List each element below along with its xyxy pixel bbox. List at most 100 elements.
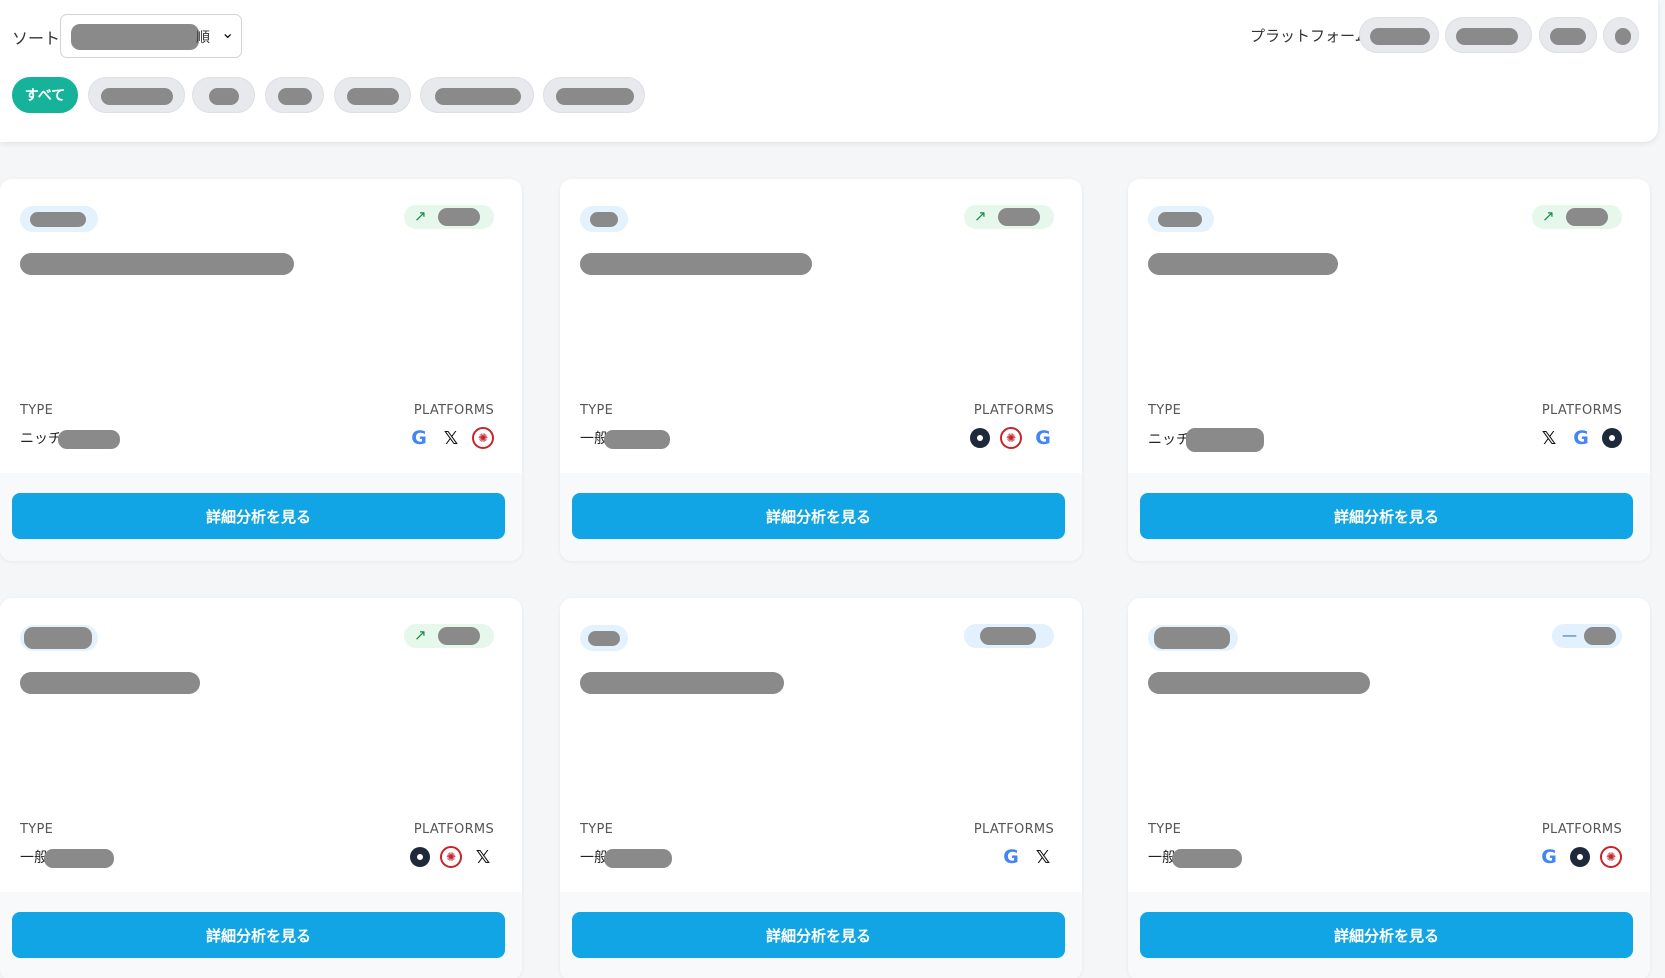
card-footer: 詳細分析を見る (0, 892, 522, 978)
google-icon: G (1035, 427, 1051, 449)
platforms-label: PLATFORMS (413, 403, 494, 418)
category-badge (20, 625, 98, 651)
type-label: TYPE (580, 822, 614, 837)
category-badge (1148, 625, 1238, 651)
trend-badge (964, 624, 1054, 648)
card-description (38, 714, 468, 794)
google-icon: G (411, 427, 427, 449)
google-icon: G (1573, 427, 1589, 449)
card-title-redacted (20, 253, 294, 275)
category-chip[interactable] (334, 77, 411, 113)
trend-card: ↗ TYPE ニッチ PLATFORMS 𝕏 G 詳細分析を見る (1128, 179, 1650, 561)
card-description (1166, 714, 1596, 794)
sort-value-redacted (71, 24, 199, 50)
platform-icons: G 𝕏 ✺ (408, 427, 494, 449)
view-detail-button[interactable]: 詳細分析を見る (12, 912, 505, 958)
type-value: 一般 (580, 428, 670, 449)
dark-dot-icon (1602, 428, 1622, 448)
platform-chip-2[interactable] (1445, 17, 1532, 53)
dark-dot-icon (970, 428, 990, 448)
type-value: 一般 (580, 847, 672, 868)
type-label: TYPE (20, 822, 54, 837)
category-chip-all[interactable]: すべて (12, 77, 78, 113)
platforms-label: PLATFORMS (1541, 822, 1622, 837)
category-badge (580, 206, 628, 232)
platform-icons: ✺ G (970, 427, 1054, 449)
trend-up-icon: ↗ (974, 207, 987, 225)
x-icon: 𝕏 (443, 427, 459, 449)
view-detail-button[interactable]: 詳細分析を見る (12, 493, 505, 539)
card-description (1166, 295, 1596, 375)
view-detail-button[interactable]: 詳細分析を見る (1140, 493, 1633, 539)
card-title-redacted (20, 672, 200, 694)
sort-label: ソート: (12, 29, 66, 48)
category-chip[interactable] (192, 77, 255, 113)
view-detail-button[interactable]: 詳細分析を見る (572, 912, 1065, 958)
category-badge (1148, 206, 1214, 232)
red-circle-icon: ✺ (472, 427, 494, 449)
category-chip[interactable] (420, 77, 534, 113)
platform-chip-3[interactable] (1539, 17, 1597, 53)
card-title-redacted (1148, 253, 1338, 275)
platform-icons: 𝕏 G (1538, 427, 1622, 449)
sort-suffix: 順 (196, 30, 210, 46)
x-icon: 𝕏 (475, 846, 491, 868)
type-label: TYPE (580, 403, 614, 418)
red-circle-icon: ✺ (440, 846, 462, 868)
x-icon: 𝕏 (1035, 846, 1051, 868)
red-circle-icon: ✺ (1000, 427, 1022, 449)
platform-chip-1[interactable] (1359, 17, 1439, 53)
category-chip[interactable] (265, 77, 324, 113)
trend-flat-icon: — (1562, 626, 1577, 644)
type-value: 一般 (20, 847, 114, 868)
x-icon: 𝕏 (1541, 427, 1557, 449)
category-badge (580, 625, 628, 651)
card-footer: 詳細分析を見る (560, 892, 1082, 978)
category-chip[interactable] (88, 77, 185, 113)
card-footer: 詳細分析を見る (0, 473, 522, 561)
platform-icons: G 𝕏 (1000, 846, 1054, 868)
platform-icons: G ✺ (1538, 846, 1622, 868)
trend-card: ↗ TYPE ニッチ PLATFORMS G 𝕏 ✺ 詳細分析を見る (0, 179, 522, 561)
view-detail-button[interactable]: 詳細分析を見る (1140, 912, 1633, 958)
trend-up-icon: ↗ (1542, 207, 1555, 225)
trend-badge: ↗ (404, 205, 494, 229)
card-description (598, 714, 1028, 794)
type-value: ニッチ (1148, 428, 1264, 452)
card-title-redacted (580, 672, 784, 694)
dark-dot-icon (1570, 847, 1590, 867)
platforms-label: PLATFORMS (1541, 403, 1622, 418)
platform-icons: ✺ 𝕏 (410, 846, 494, 868)
type-label: TYPE (1148, 822, 1182, 837)
card-description (38, 295, 468, 375)
type-value: ニッチ (20, 428, 120, 449)
trend-card: ↗ TYPE 一般 PLATFORMS ✺ G 詳細分析を見る (560, 179, 1082, 561)
type-value: 一般 (1148, 847, 1242, 868)
category-chip[interactable] (543, 77, 645, 113)
platforms-label: PLATFORMS (973, 822, 1054, 837)
card-footer: 詳細分析を見る (560, 473, 1082, 561)
trend-up-icon: ↗ (414, 626, 427, 644)
platforms-label: PLATFORMS (413, 822, 494, 837)
platform-chip-4[interactable] (1603, 17, 1639, 53)
trend-badge: ↗ (1532, 205, 1622, 229)
red-circle-icon: ✺ (1600, 846, 1622, 868)
dark-dot-icon (410, 847, 430, 867)
card-footer: 詳細分析を見る (1128, 473, 1650, 561)
trend-card: ↗ TYPE 一般 PLATFORMS ✺ 𝕏 詳細分析を見る (0, 598, 522, 978)
sort-select[interactable]: 順 ⌄ (60, 14, 242, 58)
card-description (598, 295, 1028, 375)
type-label: TYPE (20, 403, 54, 418)
chevron-down-icon: ⌄ (221, 23, 235, 42)
card-title-redacted (1148, 672, 1370, 694)
platforms-label: PLATFORMS (973, 403, 1054, 418)
platform-filter-label: プラットフォーム: (1250, 27, 1375, 45)
trend-up-icon: ↗ (414, 207, 427, 225)
trend-card: — TYPE 一般 PLATFORMS G ✺ 詳細分析を見る (1128, 598, 1650, 978)
card-footer: 詳細分析を見る (1128, 892, 1650, 978)
google-icon: G (1541, 846, 1557, 868)
type-label: TYPE (1148, 403, 1182, 418)
trend-badge: ↗ (964, 205, 1054, 229)
view-detail-button[interactable]: 詳細分析を見る (572, 493, 1065, 539)
card-title-redacted (580, 253, 812, 275)
